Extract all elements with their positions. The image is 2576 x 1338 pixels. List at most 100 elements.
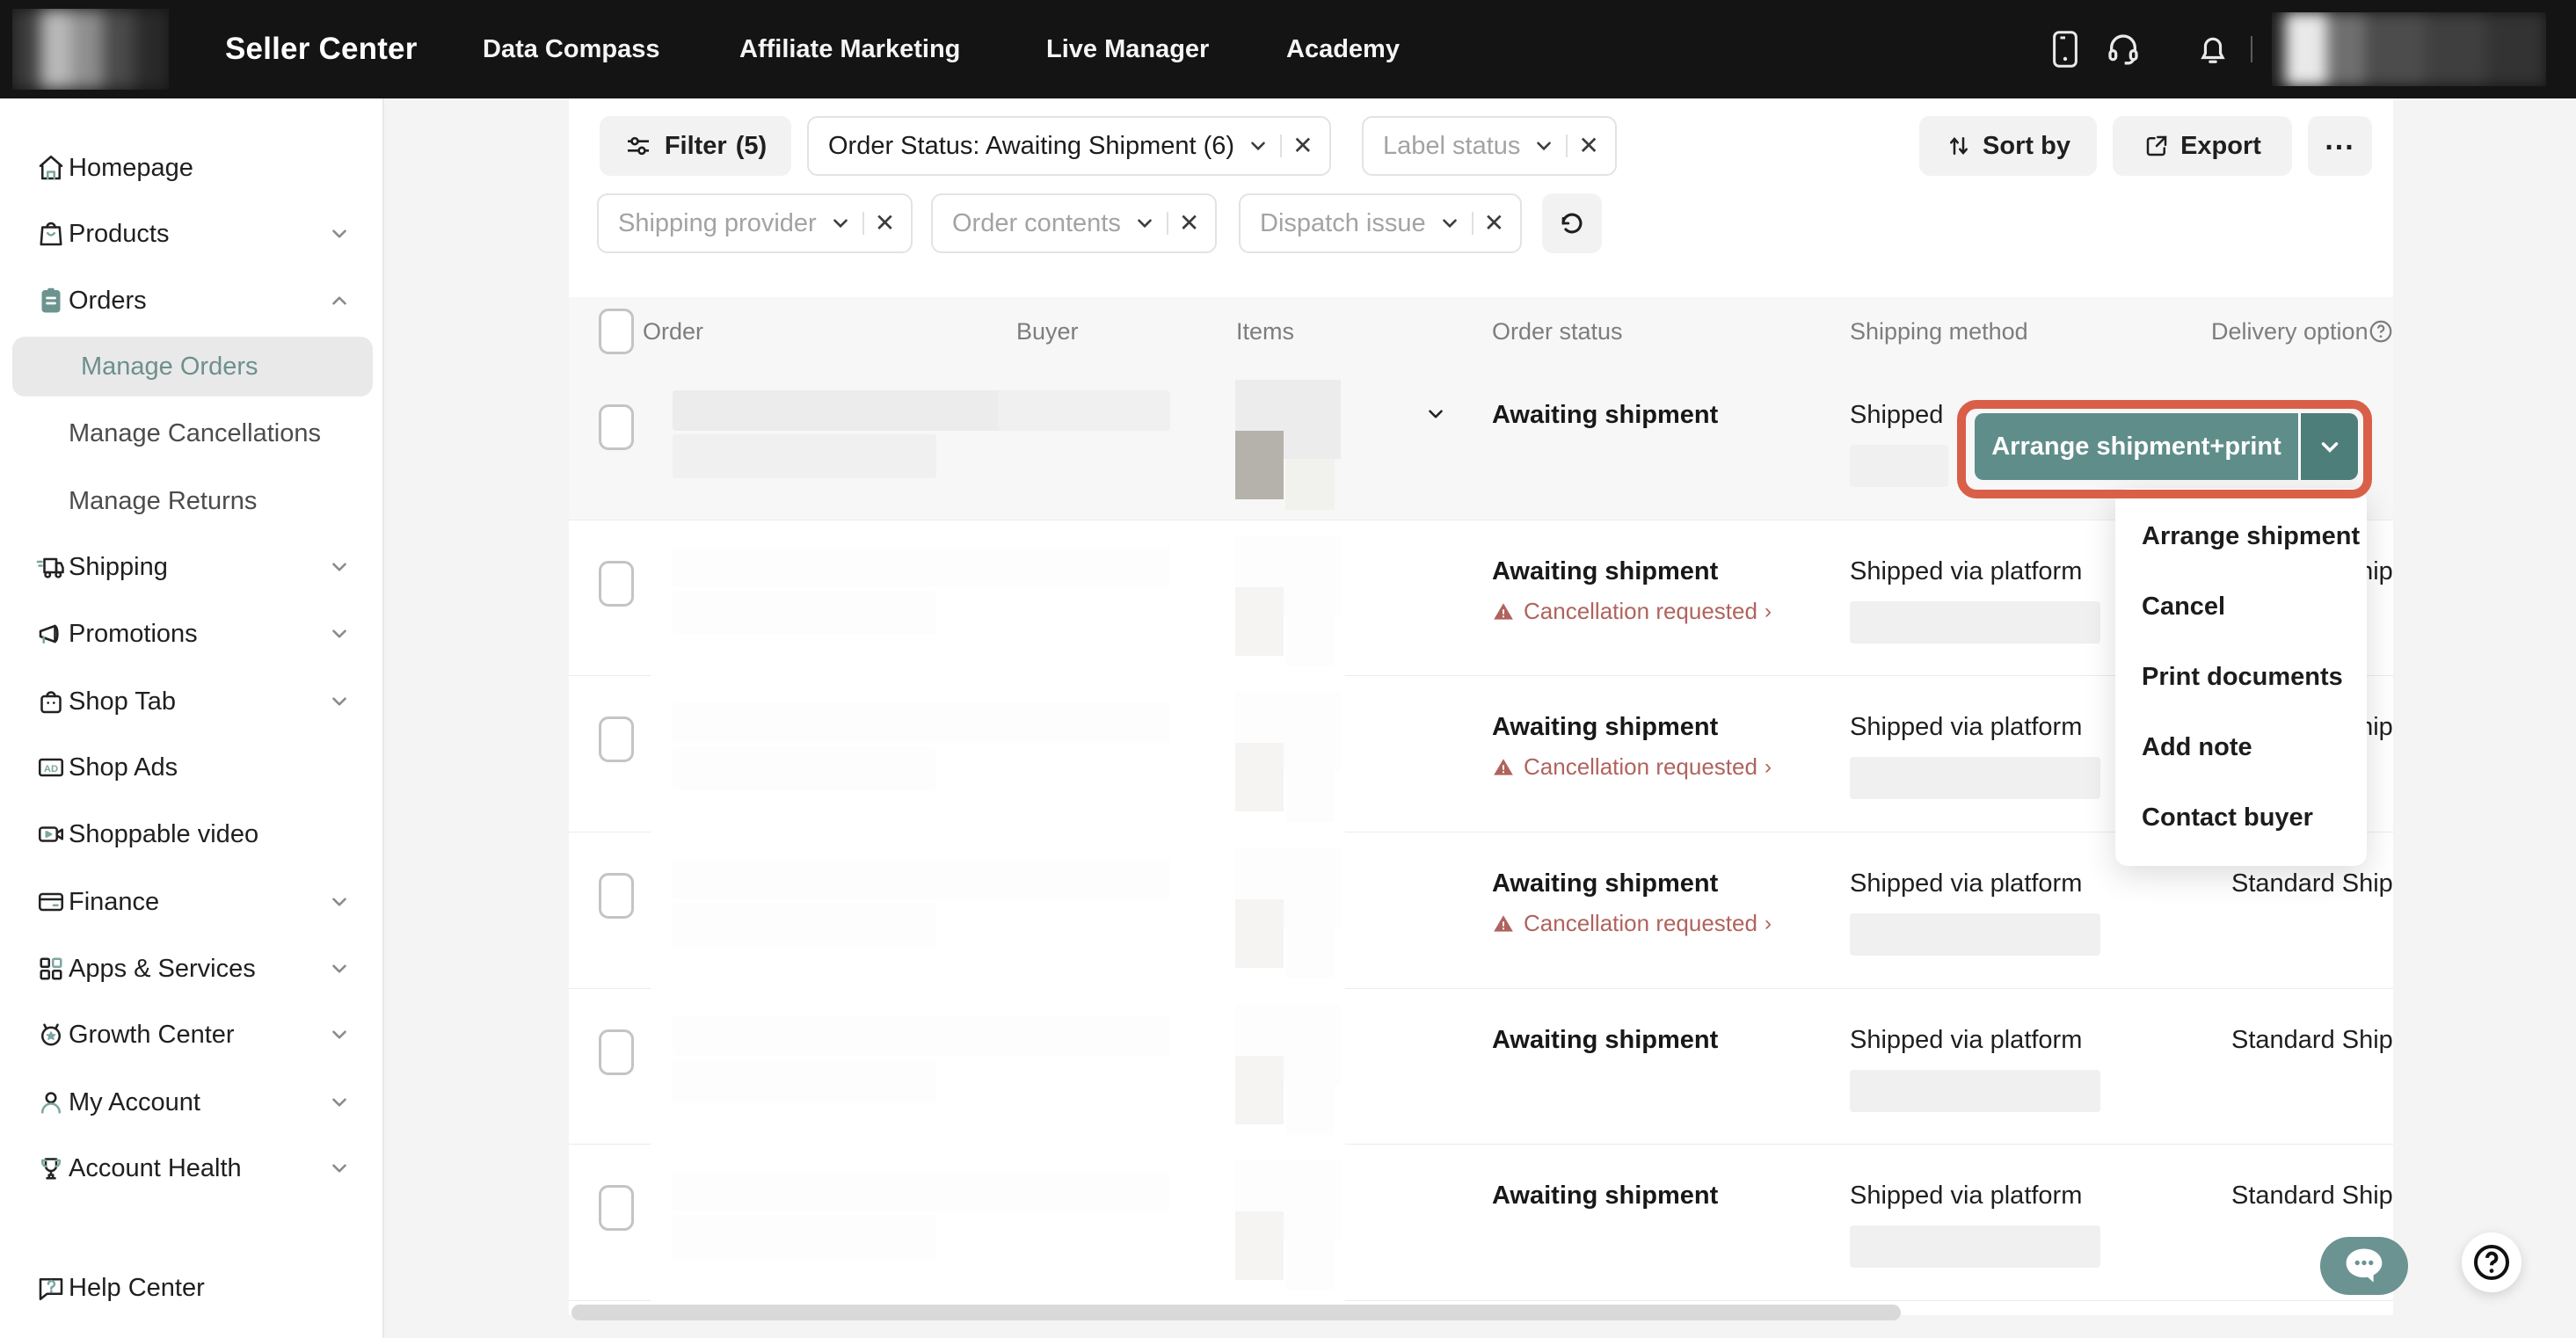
shipping-method-text: Shipped xyxy=(1850,401,1944,429)
blurred-shipping-provider xyxy=(1850,757,2100,799)
sidebar-item-help-center[interactable]: Help Center xyxy=(0,1258,384,1318)
row-checkbox[interactable] xyxy=(599,1185,634,1231)
col-header-buyer: Buyer xyxy=(1016,317,1079,345)
chevron-down-icon xyxy=(328,556,351,578)
sidebar-item-shop-ads[interactable]: AD Shop Ads xyxy=(0,738,384,797)
sort-by-label: Sort by xyxy=(1983,131,2070,160)
sidebar-item-my-account[interactable]: My Account xyxy=(0,1073,384,1132)
sidebar-item-manage-orders[interactable]: Manage Orders xyxy=(12,337,373,396)
shoptab-icon xyxy=(33,684,69,719)
delivery-option-help-icon[interactable] xyxy=(2368,297,2393,366)
filter-pill-order-status[interactable]: Order Status: Awaiting Shipment (6) ✕ xyxy=(807,116,1331,176)
chat-fab-button[interactable] xyxy=(2320,1237,2408,1295)
close-icon[interactable]: ✕ xyxy=(1292,134,1313,158)
chevron-down-icon xyxy=(328,690,351,713)
cancellation-requested-link[interactable]: Cancellation requested › xyxy=(1492,910,1772,937)
cancellation-requested-link[interactable]: Cancellation requested › xyxy=(1492,598,1772,625)
close-icon[interactable]: ✕ xyxy=(1179,211,1199,236)
brand-title: Seller Center xyxy=(225,32,418,66)
sidebar-item-label: Finance xyxy=(69,887,160,916)
blurred-logo-image xyxy=(12,9,169,90)
chevron-right-icon: › xyxy=(1764,911,1772,935)
account-icon xyxy=(33,1085,69,1120)
horizontal-scrollbar[interactable] xyxy=(571,1305,1901,1320)
sidebar-item-manage-cancellations[interactable]: Manage Cancellations xyxy=(0,404,384,463)
dropdown-item-print-documents[interactable]: Print documents xyxy=(2115,642,2367,712)
topnav-divider xyxy=(2251,36,2252,62)
chevron-down-icon[interactable] xyxy=(1438,212,1461,235)
filter-button-label: Filter xyxy=(664,131,727,160)
chevron-down-icon[interactable] xyxy=(1532,135,1555,157)
export-button[interactable]: Export xyxy=(2113,116,2292,176)
order-status-text: Awaiting shipment xyxy=(1492,869,1719,898)
sidebar-item-shipping[interactable]: Shipping xyxy=(0,537,384,597)
headset-icon[interactable] xyxy=(2094,20,2152,78)
cancellation-requested-link[interactable]: Cancellation requested › xyxy=(1492,753,1772,781)
sidebar-item-shop-tab[interactable]: Shop Tab xyxy=(0,672,384,731)
chevron-down-icon xyxy=(328,1023,351,1046)
filter-button[interactable]: Filter (5) xyxy=(600,116,791,176)
bell-icon[interactable] xyxy=(2184,20,2242,78)
sidebar-item-homepage[interactable]: Homepage xyxy=(0,138,384,198)
filter-pill-shipping-provider[interactable]: Shipping provider ✕ xyxy=(597,193,913,253)
dropdown-item-arrange-shipment[interactable]: Arrange shipment xyxy=(2115,501,2367,571)
dropdown-item-contact-buyer[interactable]: Contact buyer xyxy=(2115,782,2367,853)
filter-count-badge: (5) xyxy=(735,131,768,160)
dropdown-item-add-note[interactable]: Add note xyxy=(2115,712,2367,782)
sidebar-item-promotions[interactable]: Promotions xyxy=(0,604,384,664)
arrange-shipment-print-button[interactable]: Arrange shipment+print xyxy=(1975,413,2298,480)
sort-by-button[interactable]: Sort by xyxy=(1919,116,2097,176)
row-actions-dropdown: Arrange shipment Cancel Print documents Add… xyxy=(2115,489,2367,866)
sidebar-item-finance[interactable]: Finance xyxy=(0,872,384,932)
mobile-icon[interactable] xyxy=(2036,20,2094,78)
split-button-chevron[interactable] xyxy=(2301,413,2358,480)
sidebar-item-orders[interactable]: Orders xyxy=(0,271,384,331)
nav-item-data-compass[interactable]: Data Compass xyxy=(483,0,659,98)
shipping-method-text: Shipped via platform xyxy=(1850,1026,2083,1054)
reset-icon xyxy=(1561,213,1583,234)
sidebar-item-growth-center[interactable]: Growth Center xyxy=(0,1005,384,1065)
filter-pill-order-contents[interactable]: Order contents ✕ xyxy=(931,193,1218,253)
row-checkbox[interactable] xyxy=(599,404,634,450)
filter-pill-label-status[interactable]: Label status ✕ xyxy=(1362,116,1617,176)
pill-divider xyxy=(862,212,864,235)
col-header-shipping-method: Shipping method xyxy=(1850,317,2028,345)
sidebar-item-apps-services[interactable]: Apps & Services xyxy=(0,939,384,999)
sidebar-item-manage-returns[interactable]: Manage Returns xyxy=(0,471,384,531)
close-icon[interactable]: ✕ xyxy=(1578,134,1598,158)
row-checkbox[interactable] xyxy=(599,561,634,607)
help-fab-button[interactable] xyxy=(2462,1233,2521,1292)
dropdown-item-cancel[interactable]: Cancel xyxy=(2115,571,2367,642)
row-checkbox[interactable] xyxy=(599,716,634,762)
close-icon[interactable]: ✕ xyxy=(875,211,895,236)
arrange-shipment-print-split-button[interactable]: Arrange shipment+print xyxy=(1975,413,2358,480)
row-checkbox[interactable] xyxy=(599,873,634,919)
sidebar-item-label: Shoppable video xyxy=(69,819,259,848)
help-icon xyxy=(33,1270,69,1305)
reset-filters-button[interactable] xyxy=(1542,193,1602,253)
nav-item-affiliate-marketing[interactable]: Affiliate Marketing xyxy=(739,0,960,98)
expand-row-chevron-icon[interactable] xyxy=(1424,403,1447,425)
close-icon[interactable]: ✕ xyxy=(1484,211,1504,236)
user-account-blurred[interactable] xyxy=(2272,12,2546,86)
blurred-shipping-provider xyxy=(1850,601,2100,644)
chevron-down-icon[interactable] xyxy=(1133,212,1156,235)
nav-item-academy[interactable]: Academy xyxy=(1286,0,1400,98)
top-nav: Seller Center Data Compass Affiliate Mar… xyxy=(0,0,2576,98)
more-actions-button[interactable]: ... xyxy=(2308,116,2372,176)
select-all-checkbox[interactable] xyxy=(599,309,634,354)
warning-icon xyxy=(1492,756,1515,779)
order-status-text: Awaiting shipment xyxy=(1492,557,1719,585)
chevron-down-icon[interactable] xyxy=(829,212,852,235)
nav-item-live-manager[interactable]: Live Manager xyxy=(1046,0,1209,98)
seller-center-app: Seller Center Data Compass Affiliate Mar… xyxy=(0,0,2576,1338)
row-checkbox[interactable] xyxy=(599,1029,634,1075)
sidebar-item-products[interactable]: Products xyxy=(0,204,384,264)
pill-divider xyxy=(1280,135,1283,157)
sidebar-item-shoppable-video[interactable]: Shoppable video xyxy=(0,804,384,864)
sidebar-item-account-health[interactable]: Account Health xyxy=(0,1138,384,1198)
chevron-down-icon[interactable] xyxy=(1247,135,1270,157)
sort-icon xyxy=(1946,133,1972,159)
sidebar-item-label: Account Health xyxy=(69,1153,242,1182)
filter-pill-dispatch-issue[interactable]: Dispatch issue ✕ xyxy=(1239,193,1523,253)
